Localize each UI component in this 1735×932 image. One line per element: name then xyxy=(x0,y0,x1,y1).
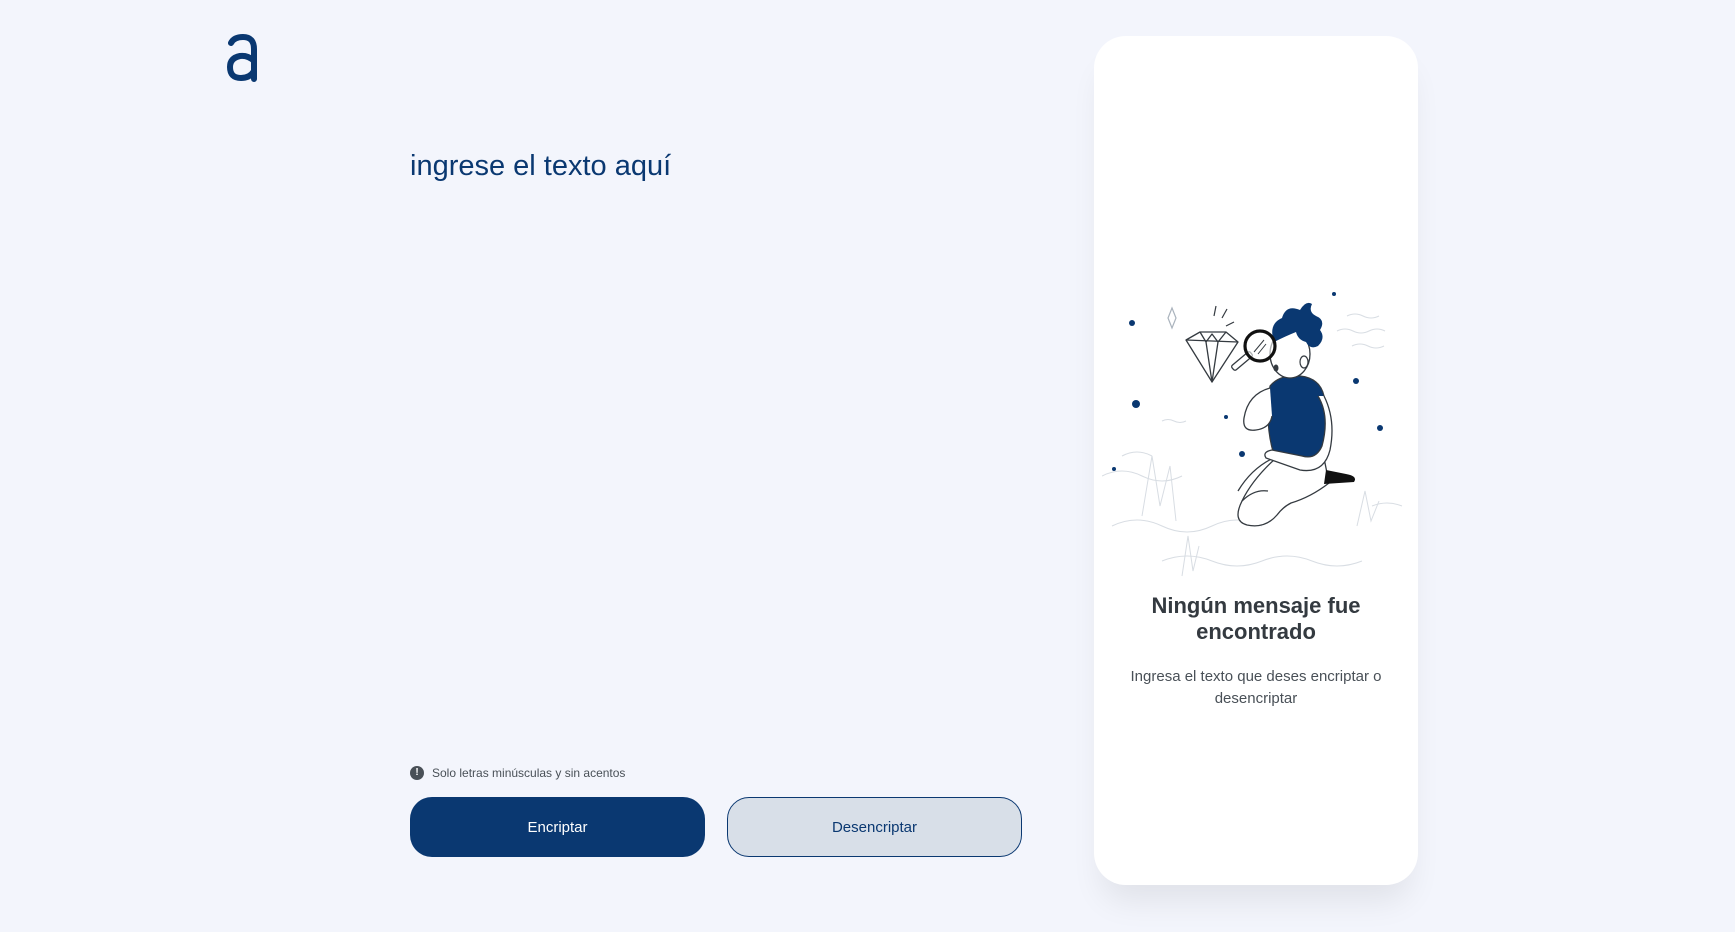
message-input[interactable] xyxy=(410,150,1020,730)
person-with-magnifying-glass-illustration xyxy=(1102,292,1403,577)
alura-logo-icon[interactable] xyxy=(226,34,260,82)
empty-state-title: Ningún mensaje fue encontrado xyxy=(1151,593,1361,644)
encrypt-button[interactable]: Encriptar xyxy=(410,797,705,857)
output-panel: Ningún mensaje fue encontrado Ingresa el… xyxy=(1094,36,1418,885)
empty-state-text: Ingresa el texto que deses encriptar o d… xyxy=(1130,668,1382,707)
exclamation-circle-icon: ! xyxy=(410,766,424,780)
input-hint: ! Solo letras minúsculas y sin acentos xyxy=(410,766,625,780)
hint-text: Solo letras minúsculas y sin acentos xyxy=(432,766,626,780)
decrypt-button[interactable]: Desencriptar xyxy=(727,797,1022,857)
